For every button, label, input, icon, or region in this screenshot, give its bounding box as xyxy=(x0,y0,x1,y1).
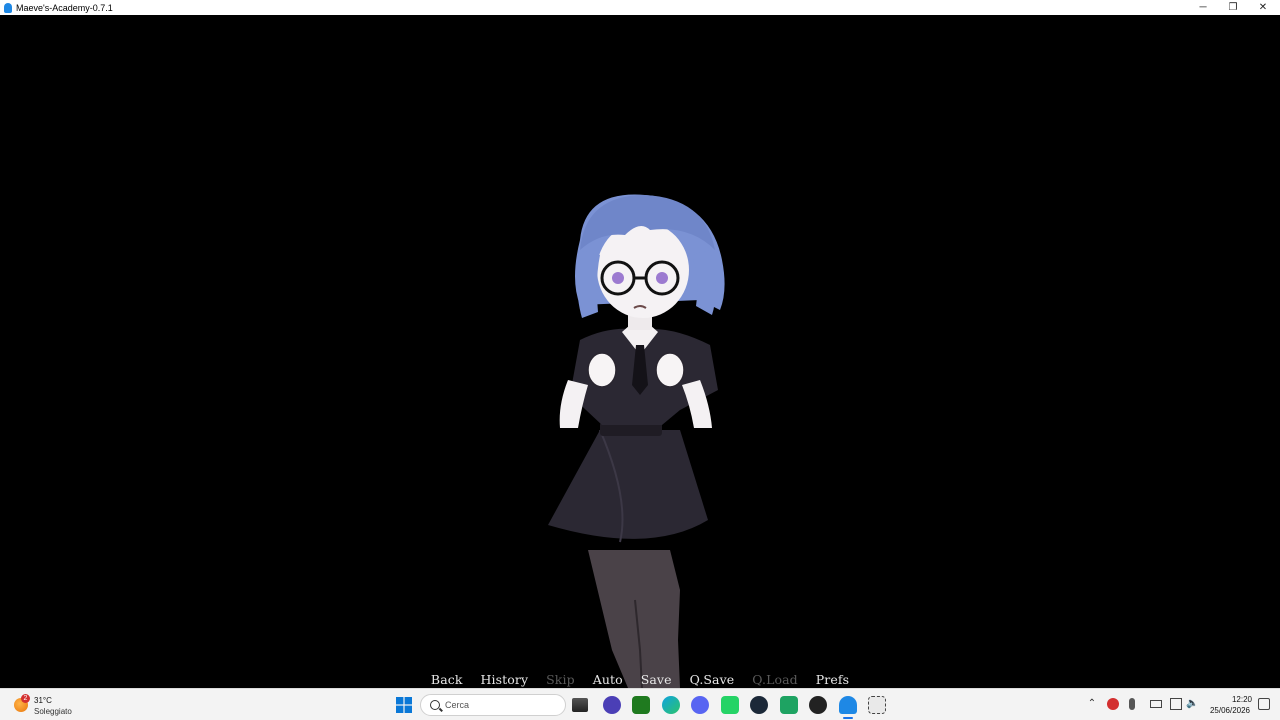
windows-start-icon[interactable] xyxy=(396,697,412,713)
file-explorer-icon[interactable] xyxy=(572,698,588,712)
weather-temp: 31°C xyxy=(34,696,52,705)
quick-menu-skip[interactable]: Skip xyxy=(537,672,584,688)
clock-date[interactable]: 25/06/2026 xyxy=(1206,706,1254,715)
window-titlebar: Maeve's-Academy-0.7.1 ─ ❐ ✕ xyxy=(0,0,1280,15)
chevron-up-icon[interactable]: ⌃ xyxy=(1086,698,1098,710)
quick-menu-qsave[interactable]: Q.Save xyxy=(681,672,744,688)
weather-widget[interactable]: 2 31°C Soleggiato xyxy=(12,692,92,718)
search-icon xyxy=(430,700,440,710)
microphone-icon[interactable] xyxy=(1129,698,1135,710)
character-sprite xyxy=(548,194,725,688)
speaker-icon[interactable]: 🔈 xyxy=(1186,698,1198,710)
antivirus-icon[interactable] xyxy=(1107,698,1119,710)
notification-badge: 2 xyxy=(21,694,30,703)
windows-taskbar: 2 31°C Soleggiato Cerca ⌃ 🔈 12:20 25/06/… xyxy=(0,688,1280,720)
whatsapp-icon[interactable] xyxy=(721,696,739,714)
quick-menu-save[interactable]: Save xyxy=(632,672,681,688)
discord-icon[interactable] xyxy=(691,696,709,714)
edge-icon[interactable] xyxy=(662,696,680,714)
unity-icon[interactable] xyxy=(809,696,827,714)
taskbar-search[interactable]: Cerca xyxy=(420,694,566,716)
quick-menu-auto[interactable]: Auto xyxy=(584,672,632,688)
quick-menu: Back History Skip Auto Save Q.Save Q.Loa… xyxy=(0,672,1280,688)
network-icon[interactable] xyxy=(1170,698,1182,710)
weather-desc: Soleggiato xyxy=(34,707,72,716)
quick-menu-history[interactable]: History xyxy=(472,672,538,688)
close-button[interactable]: ✕ xyxy=(1248,0,1278,15)
clock-time[interactable]: 12:20 xyxy=(1222,695,1262,704)
game-viewport[interactable]: Back History Skip Auto Save Q.Save Q.Loa… xyxy=(0,15,1280,688)
sheets-icon[interactable] xyxy=(780,696,798,714)
minimize-button[interactable]: ─ xyxy=(1188,0,1218,15)
search-placeholder: Cerca xyxy=(445,700,470,710)
snipping-tool-icon[interactable] xyxy=(868,696,886,714)
app-icon xyxy=(4,2,12,13)
xbox-icon[interactable] xyxy=(632,696,650,714)
window-title: Maeve's-Academy-0.7.1 xyxy=(16,2,113,13)
maeves-academy-icon[interactable] xyxy=(839,696,857,714)
steam-icon[interactable] xyxy=(750,696,768,714)
keyboard-icon[interactable] xyxy=(1150,700,1162,708)
restore-button[interactable]: ❐ xyxy=(1218,0,1248,15)
protonvpn-icon[interactable] xyxy=(603,696,621,714)
quick-menu-qload[interactable]: Q.Load xyxy=(743,672,806,688)
active-app-indicator xyxy=(843,717,853,719)
notifications-icon[interactable] xyxy=(1258,698,1270,710)
quick-menu-back[interactable]: Back xyxy=(422,672,472,688)
quick-menu-prefs[interactable]: Prefs xyxy=(807,672,858,688)
